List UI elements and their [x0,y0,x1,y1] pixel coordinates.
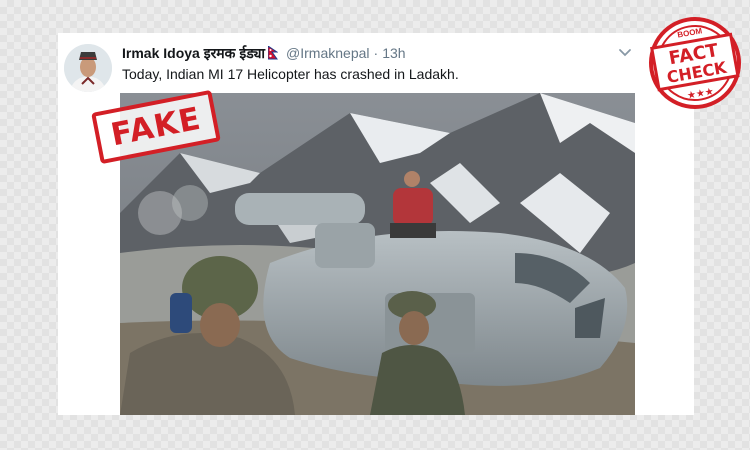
tweet-display-name[interactable]: Irmak Idoya इरमक ईड्या [122,44,265,63]
chevron-down-icon[interactable] [617,46,633,60]
nepal-flag-icon [267,45,279,60]
tweet-separator: · [373,45,379,61]
tweet-handle[interactable]: @Irmaknepal [286,45,369,61]
tweet-header: Irmak Idoya इरमक ईड्या @Irmaknepal · 13h [122,44,406,62]
tweet-text: Today, Indian MI 17 Helicopter has crash… [122,66,459,82]
fake-stamp-label: FAKE [107,100,205,154]
boom-fact-check-logo: BOOM FACT CHECK ★★★ [645,13,745,113]
tweet-timestamp[interactable]: 13h [382,45,405,61]
avatar[interactable] [64,44,112,92]
